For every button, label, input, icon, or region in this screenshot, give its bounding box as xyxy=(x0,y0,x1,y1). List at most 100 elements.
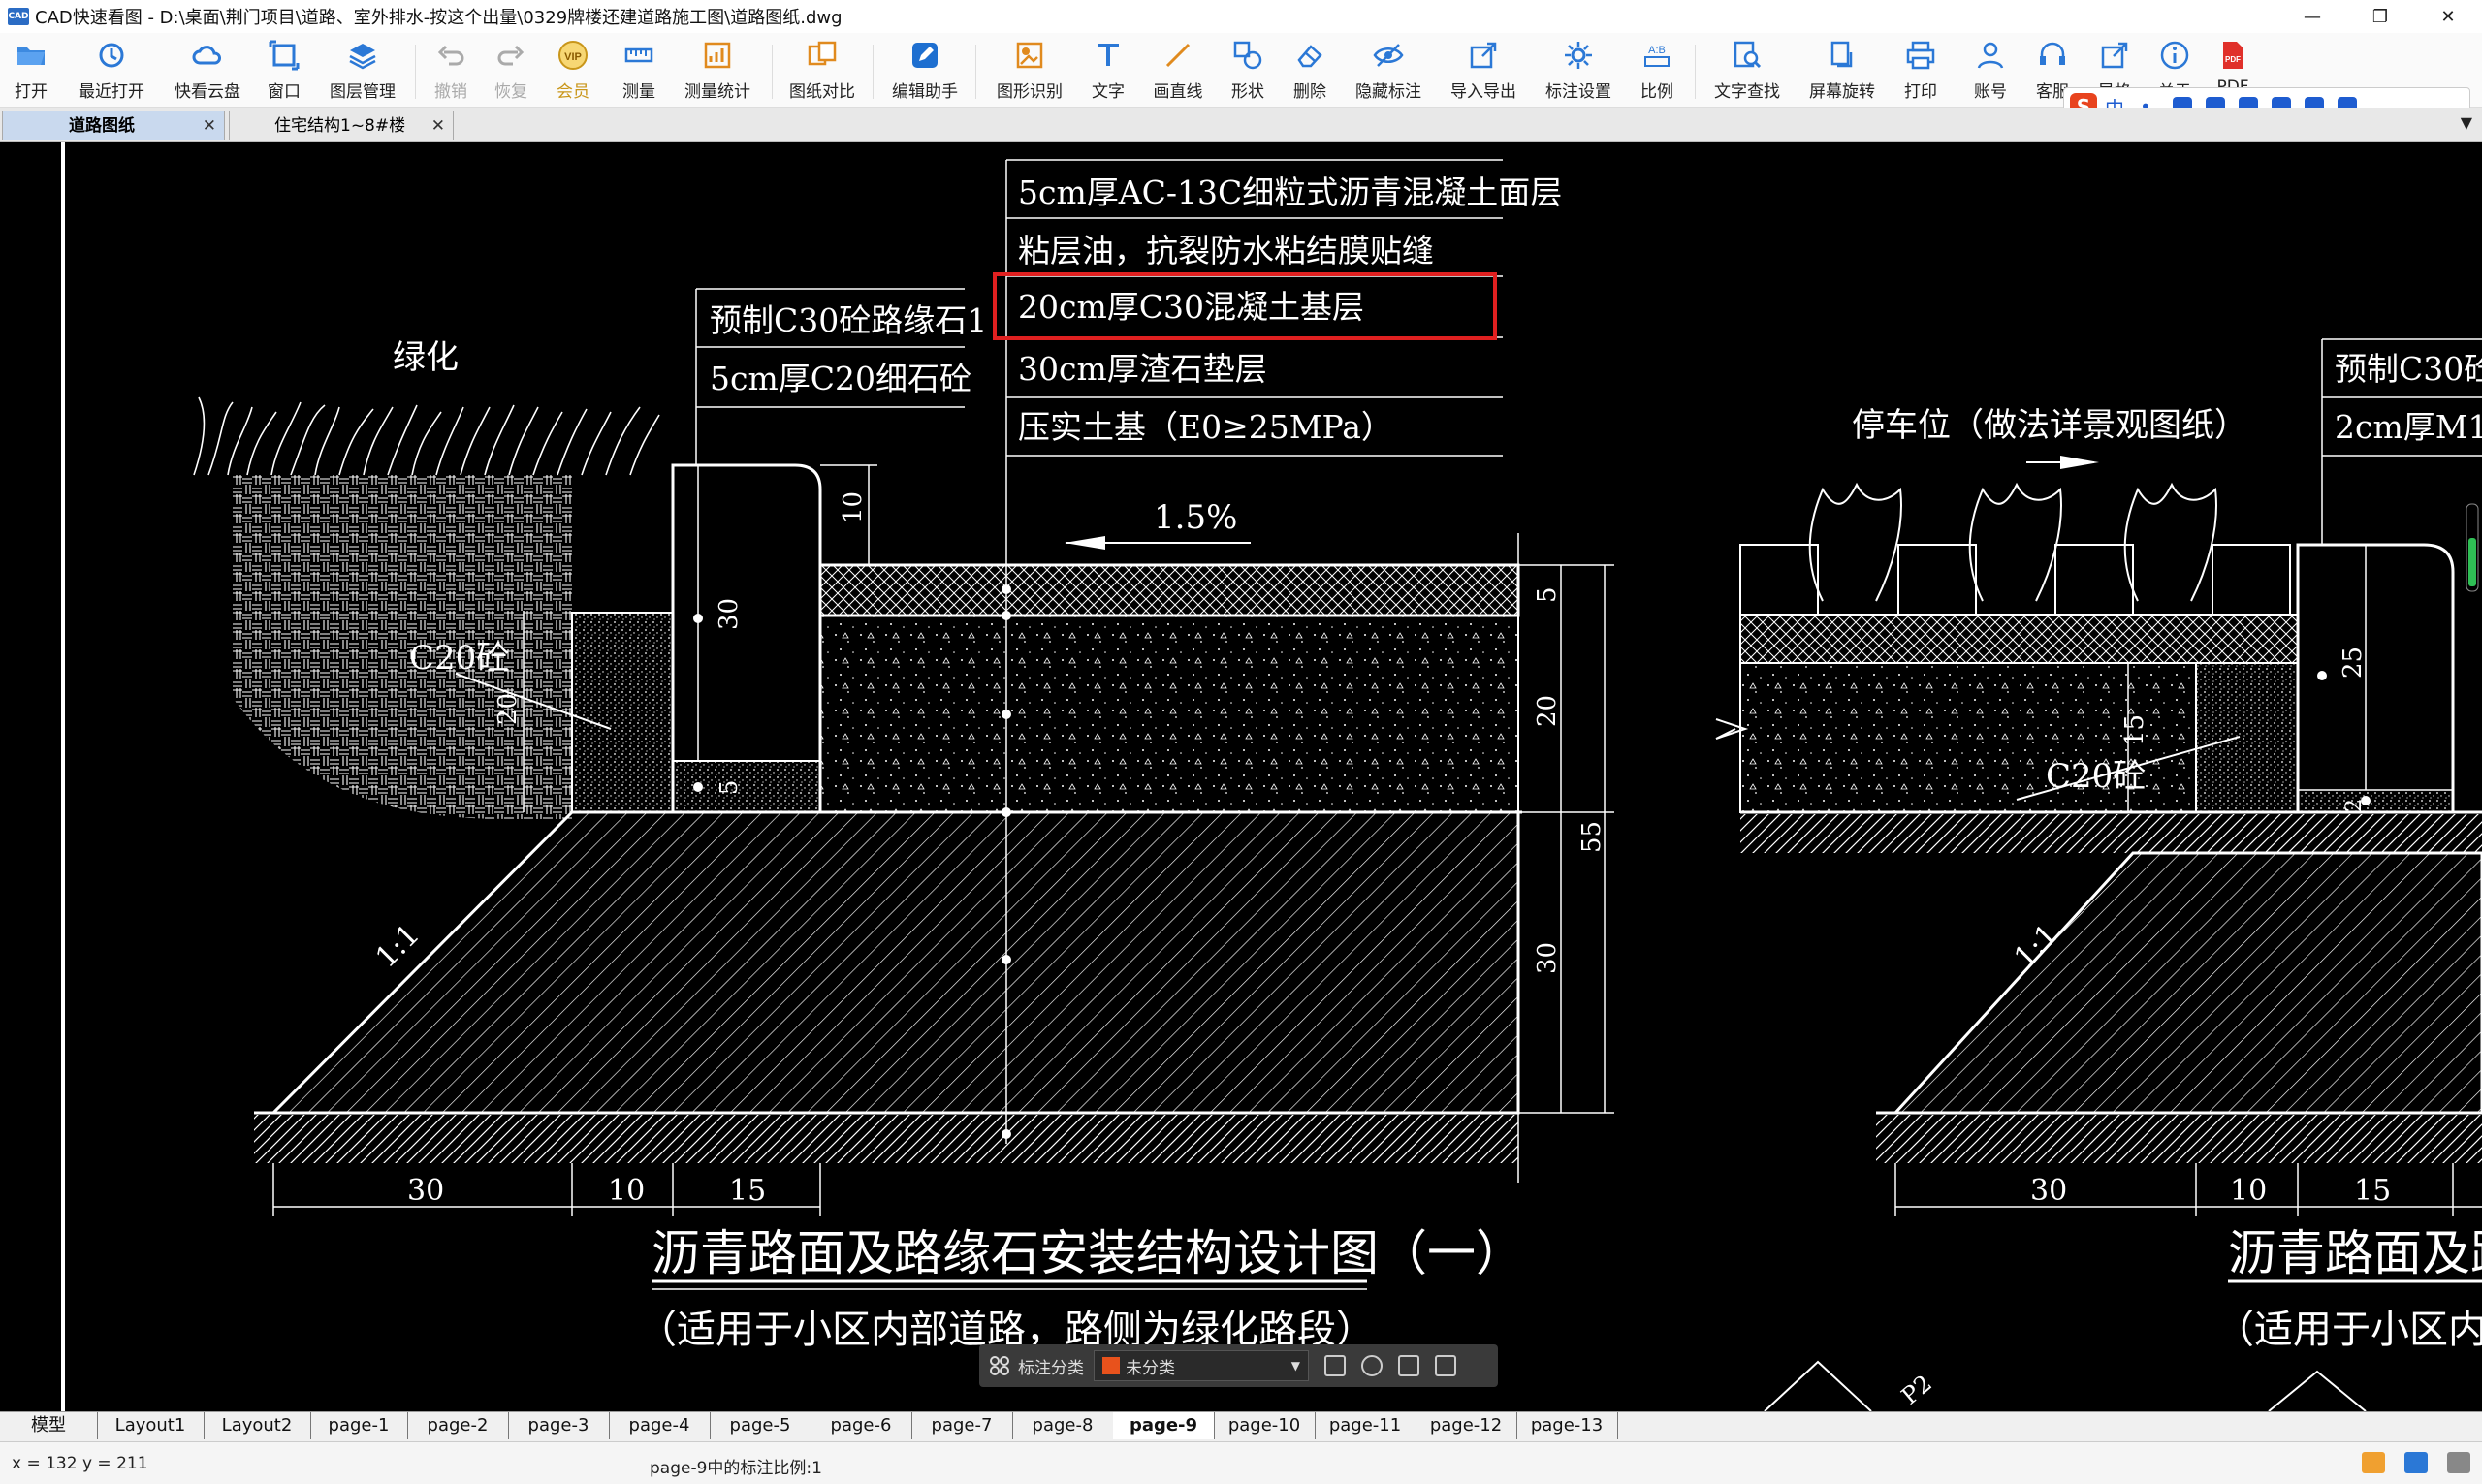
pdf-export-icon[interactable] xyxy=(2404,1452,2428,1473)
p2-label: P2 xyxy=(1896,1370,1937,1410)
layers-icon xyxy=(349,44,376,70)
edit-icon[interactable] xyxy=(1324,1355,1346,1376)
sheet-tab-page-3[interactable]: page-3 xyxy=(508,1412,610,1439)
line-icon xyxy=(1165,43,1191,68)
maximize-button[interactable]: ❐ xyxy=(2346,0,2414,33)
tool-edit-assistant[interactable]: 编辑助手 xyxy=(886,39,964,103)
window-icon xyxy=(269,40,300,71)
grid-icon[interactable] xyxy=(989,1355,1010,1376)
close-tab-icon[interactable]: ✕ xyxy=(431,111,445,141)
chevron-down-icon: ▼ xyxy=(1290,1359,1300,1373)
sheet-tab-layout2[interactable]: Layout2 xyxy=(204,1412,311,1439)
eraser-icon xyxy=(1297,45,1322,68)
sheet-tab-page-12[interactable]: page-12 xyxy=(1416,1412,1517,1439)
tool-redo[interactable]: 恢复 xyxy=(489,39,533,103)
note-icon[interactable] xyxy=(2362,1452,2385,1473)
sheet-tab-layout1[interactable]: Layout1 xyxy=(97,1412,205,1439)
drawing-subtitle-right: （适用于小区内部 xyxy=(2215,1308,2482,1352)
dim-right-5: 5 xyxy=(1533,586,1562,603)
print-icon xyxy=(1906,41,1935,70)
tool-import-export[interactable]: 导入导出 xyxy=(1445,39,1522,103)
folder-open-icon xyxy=(17,47,45,65)
dim-curb-right-25: 25 xyxy=(2339,647,2368,679)
sheet-tab-page-2[interactable]: page-2 xyxy=(407,1412,509,1439)
sheet-tab-page-13[interactable]: page-13 xyxy=(1516,1412,1618,1439)
measure-stats-icon xyxy=(704,42,731,69)
tool-delete[interactable]: 删除 xyxy=(1288,39,1332,103)
tool-print[interactable]: 打印 xyxy=(1898,39,1943,103)
annotation-settings-icon xyxy=(1565,42,1592,69)
status-bar: x = 132 y = 211 page-9中的标注比例:1 xyxy=(0,1441,2482,1484)
sheet-tab-page-1[interactable]: page-1 xyxy=(310,1412,408,1439)
layer-label-5: 压实土基（E0≥25MPa） xyxy=(1018,408,1393,446)
c20-label-left: C20砼 xyxy=(409,639,509,678)
sheet-tab-page-5[interactable]: page-5 xyxy=(710,1412,811,1439)
tool-text-search[interactable]: 文字查找 xyxy=(1708,39,1786,103)
drawing-title-left: 沥青路面及路缘石安装结构设计图（一） xyxy=(652,1225,1524,1281)
tool-compare[interactable]: 图纸对比 xyxy=(783,39,861,103)
tool-shape-recognition[interactable]: 图形识别 xyxy=(991,39,1068,103)
tool-annotation-settings[interactable]: 标注设置 xyxy=(1540,39,1617,103)
sheet-tab-page-8[interactable]: page-8 xyxy=(1012,1412,1114,1439)
tool-hide-annotation[interactable]: 隐藏标注 xyxy=(1350,39,1427,103)
sheet-tab-page-6[interactable]: page-6 xyxy=(811,1412,912,1439)
undo-icon xyxy=(437,45,464,66)
text-icon xyxy=(1098,44,1119,66)
tool-rotate-screen[interactable]: 屏幕旋转 xyxy=(1803,39,1881,103)
svg-text:VIP: VIP xyxy=(564,51,582,63)
tool-line[interactable]: 画直线 xyxy=(1148,39,1208,103)
svg-text:PDF: PDF xyxy=(2225,55,2241,64)
tool-vip[interactable]: VIP 会员 xyxy=(551,39,595,103)
curb-label-2: 5cm厚C20细石砼 xyxy=(710,360,971,397)
tool-text[interactable]: 文字 xyxy=(1086,39,1130,103)
minimize-button[interactable]: — xyxy=(2278,0,2346,33)
paste-icon[interactable] xyxy=(1435,1355,1456,1376)
annotation-scale-text: page-9中的标注比例:1 xyxy=(650,1459,822,1478)
annotation-category-select[interactable]: 未分类 ▼ xyxy=(1094,1350,1309,1381)
layer-label-3: 20cm厚C30混凝土基层 xyxy=(1018,288,1364,326)
layer-label-1: 5cm厚AC-13C细粒式沥青混凝土面层 xyxy=(1018,174,1562,211)
user-icon xyxy=(1977,42,2004,69)
dim-curb-5: 5 xyxy=(716,780,743,795)
shapes-icon xyxy=(1233,41,1262,70)
tool-shapes[interactable]: 形状 xyxy=(1225,39,1270,103)
close-button[interactable]: ✕ xyxy=(2414,0,2482,33)
curb-label-right-1: 预制C30砼路 xyxy=(2335,350,2482,388)
drawing-canvas[interactable]: 绿化 5cm厚AC-13C细粒式沥青混凝土面层 粘层油，抗裂防水粘结膜贴缝 20… xyxy=(0,142,2482,1411)
cursor-coordinates: x = 132 y = 211 xyxy=(12,1454,148,1473)
tool-open[interactable]: 打开 xyxy=(8,39,54,103)
tool-scale[interactable]: A:B 比例 xyxy=(1635,39,1679,103)
dim-bottom-30: 30 xyxy=(407,1174,444,1208)
tool-measure[interactable]: 测量 xyxy=(617,39,661,103)
tool-layers[interactable]: 图层管理 xyxy=(324,39,401,103)
sheet-tab-page-7[interactable]: page-7 xyxy=(911,1412,1013,1439)
close-tab-icon[interactable]: ✕ xyxy=(203,111,216,141)
ruler-icon xyxy=(624,47,653,63)
sheet-tab-page-4[interactable]: page-4 xyxy=(609,1412,711,1439)
title-bar: CAD CAD快速看图 - D:\桌面\荆门项目\道路、室外排水-按这个出量\0… xyxy=(0,0,2482,34)
redo-icon xyxy=(497,45,525,66)
copy-icon[interactable] xyxy=(1398,1355,1419,1376)
sheet-tab-page-11[interactable]: page-11 xyxy=(1315,1412,1416,1439)
dim-right-30: 30 xyxy=(1533,942,1562,974)
category-color-swatch xyxy=(1102,1357,1120,1374)
sheet-tab-page-9[interactable]: page-9 xyxy=(1113,1412,1215,1439)
tool-undo[interactable]: 撤销 xyxy=(429,39,473,103)
sheet-tab-page-10[interactable]: page-10 xyxy=(1214,1412,1316,1439)
shrub-symbols xyxy=(1808,482,2217,602)
tool-account[interactable]: 账号 xyxy=(1968,39,2013,103)
tool-recent[interactable]: 最近打开 xyxy=(70,39,153,103)
doc-tab-road[interactable]: 道路图纸 ✕ xyxy=(2,111,225,140)
tab-list-dropdown-icon[interactable]: ▼ xyxy=(2461,113,2472,132)
move-icon[interactable] xyxy=(1361,1355,1383,1376)
tool-measure-stats[interactable]: 测量统计 xyxy=(679,39,756,103)
doc-tab-residential[interactable]: 住宅结构1~8#楼 ✕ xyxy=(229,111,454,140)
document-tab-bar: 道路图纸 ✕ 住宅结构1~8#楼 ✕ ▼ xyxy=(0,108,2482,142)
sheet-tab-模型[interactable]: 模型 xyxy=(0,1412,98,1439)
tool-cloud[interactable]: 快看云盘 xyxy=(169,39,246,103)
grid-toggle-icon[interactable] xyxy=(2447,1452,2470,1473)
tool-window[interactable]: 窗口 xyxy=(264,39,304,103)
pdf-icon: PDF xyxy=(2223,42,2243,69)
annotation-category-bar: 标注分类 未分类 ▼ xyxy=(979,1344,1498,1387)
dim-curb-30: 30 xyxy=(715,598,744,630)
